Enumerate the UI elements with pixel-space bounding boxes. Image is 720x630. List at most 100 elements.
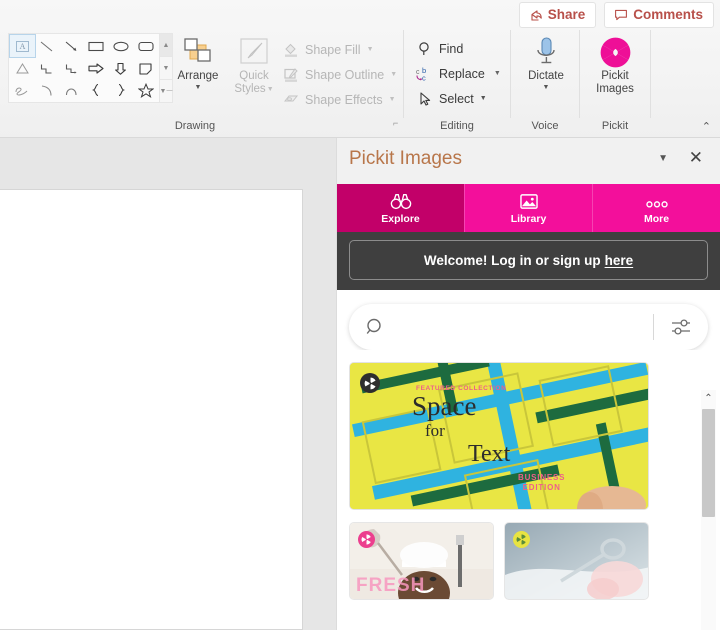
shape-outline-button[interactable]: Shape Outline ▼ (282, 62, 397, 87)
arrange-icon (181, 34, 215, 70)
shape-line[interactable] (35, 35, 60, 57)
tab-more[interactable]: More (593, 184, 720, 232)
featured-overlay-text: FEATURED COLLECTION Space for Text BUSIN… (350, 363, 648, 509)
shape-effects-icon (282, 91, 300, 108)
replace-caret-icon[interactable]: ▼ (494, 70, 501, 77)
shape-scribble[interactable] (10, 79, 35, 101)
thumbnail-item[interactable] (504, 522, 649, 600)
shape-right-brace[interactable] (109, 79, 134, 101)
shape-elbow-arrow-connector[interactable] (59, 57, 84, 79)
shape-oval[interactable] (109, 35, 134, 57)
tab-more-label: More (643, 212, 670, 225)
signup-link[interactable]: here (605, 253, 634, 268)
group-label-drawing: Drawing (174, 120, 216, 132)
shape-outline-icon (282, 66, 300, 83)
featured-collection-card[interactable]: FEATURED COLLECTION Space for Text BUSIN… (349, 362, 649, 510)
find-button[interactable]: Find (415, 36, 501, 61)
shape-arrow[interactable] (59, 35, 84, 57)
comments-label: Comments (633, 7, 703, 22)
shape-rectangle[interactable] (84, 35, 109, 57)
results-list: FEATURED COLLECTION Space for Text BUSIN… (337, 350, 720, 600)
tab-explore[interactable]: Explore (337, 184, 464, 232)
ellipsis-icon (643, 192, 671, 210)
dictate-button[interactable]: Dictate ▼ (518, 34, 574, 91)
shape-down-arrow[interactable] (109, 57, 134, 79)
tab-library[interactable]: Library (464, 184, 593, 232)
panel-scrollbar[interactable]: ⌃ (701, 390, 716, 630)
filter-settings-icon[interactable] (654, 315, 708, 339)
select-label: Select (439, 91, 474, 106)
featured-edition-1: BUSINESS (518, 473, 566, 482)
shape-flowchart[interactable] (133, 57, 158, 79)
shape-textbox[interactable]: A (9, 34, 36, 58)
shape-triangle[interactable] (10, 57, 35, 79)
shape-outline-caret-icon[interactable]: ▼ (390, 71, 397, 78)
shape-outline-label: Shape Outline (305, 67, 385, 82)
arrange-button[interactable]: Arrange ▼ (170, 34, 226, 91)
close-icon[interactable]: ✕ (689, 149, 703, 167)
pickit-images-label-1: Pickit (601, 70, 629, 82)
quick-styles-caret-icon[interactable]: ▼ (267, 83, 274, 96)
select-caret-icon[interactable]: ▼ (480, 95, 487, 102)
shape-fill-button[interactable]: Shape Fill ▼ (282, 37, 397, 62)
panel-header: Pickit Images ▼ ✕ (337, 138, 720, 184)
thumbnail-item[interactable]: FRESH (349, 522, 494, 600)
featured-line-3: Text (468, 441, 511, 467)
featured-edition: BUSINESS EDITION (518, 473, 565, 493)
ribbon: Share Comments A ▲ ▼ ▼ — Arrange ▼ Quick… (0, 0, 720, 138)
pickit-images-panel: Pickit Images ▼ ✕ Explore Library More W… (336, 138, 720, 630)
arrange-label: Arrange (177, 70, 219, 82)
comment-icon (614, 8, 628, 22)
group-divider (650, 30, 651, 118)
shape-fill-icon (282, 41, 300, 58)
shape-arc[interactable] (59, 79, 84, 101)
login-signup-prompt[interactable]: Welcome! Log in or sign up here (349, 240, 708, 280)
drawing-dialog-launcher-icon[interactable]: ⌐ (393, 118, 398, 128)
panel-title: Pickit Images (349, 148, 462, 169)
scroll-up-icon[interactable]: ⌃ (701, 390, 716, 407)
shape-format-commands: Shape Fill ▼ Shape Outline ▼ Shape Effec… (282, 37, 397, 112)
select-button[interactable]: Select ▼ (415, 86, 501, 111)
svg-text:A: A (19, 42, 25, 51)
shape-rounded-rectangle[interactable] (133, 35, 158, 57)
shape-elbow-connector[interactable] (35, 57, 60, 79)
pickit-images-button[interactable]: Pickit Images (586, 34, 644, 96)
shape-effects-caret-icon[interactable]: ▼ (389, 96, 396, 103)
editing-commands: Find c b c Replace ▼ Select ▼ (415, 36, 501, 111)
featured-edition-2: EDITION (522, 483, 561, 492)
slide-canvas[interactable] (0, 189, 303, 630)
shape-fill-label: Shape Fill (305, 42, 361, 57)
tab-explore-label: Explore (381, 212, 420, 225)
svg-text:c: c (422, 73, 426, 82)
dictate-caret-icon[interactable]: ▼ (543, 84, 550, 91)
shapes-grid: A (8, 33, 160, 103)
shape-curve[interactable] (35, 79, 60, 101)
panel-tabs: Explore Library More (337, 184, 720, 232)
shape-star[interactable] (133, 79, 158, 101)
shape-right-arrow[interactable] (84, 57, 109, 79)
featured-line-2: for (425, 421, 445, 440)
dictate-label: Dictate (528, 70, 564, 82)
arrange-caret-icon[interactable]: ▼ (195, 84, 202, 91)
shape-fill-caret-icon[interactable]: ▼ (367, 46, 374, 53)
collapse-ribbon-icon[interactable]: ⌃ (702, 120, 711, 133)
quick-styles-button[interactable]: Quick Styles ▼ (226, 34, 282, 96)
powerpoint-window: Share Comments A ▲ ▼ ▼ — Arrange ▼ Quick… (0, 0, 720, 630)
shapes-gallery[interactable]: A ▲ ▼ ▼ — (8, 33, 173, 103)
pickit-logo-icon (599, 34, 632, 70)
search-input[interactable] (387, 319, 653, 335)
group-label-editing: Editing (440, 120, 474, 132)
share-button[interactable]: Share (518, 2, 597, 28)
shape-effects-button[interactable]: Shape Effects ▼ (282, 87, 397, 112)
search-icon (415, 40, 434, 58)
search-icon (365, 316, 387, 338)
panel-options-caret-icon[interactable]: ▼ (658, 153, 668, 164)
featured-line-1: Space (412, 391, 477, 421)
picture-icon (519, 192, 539, 210)
scrollbar-thumb[interactable] (702, 409, 715, 517)
comments-button[interactable]: Comments (604, 2, 714, 28)
replace-button[interactable]: c b c Replace ▼ (415, 61, 501, 86)
search-bar[interactable] (349, 304, 708, 350)
shape-left-brace[interactable] (84, 79, 109, 101)
microphone-icon (531, 34, 561, 70)
